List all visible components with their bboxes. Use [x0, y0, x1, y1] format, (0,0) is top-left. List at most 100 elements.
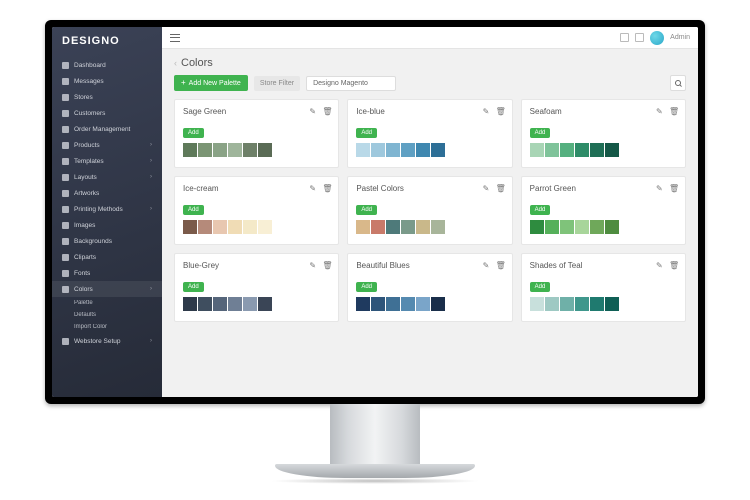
color-swatch[interactable]: [386, 220, 400, 234]
color-swatch[interactable]: [183, 143, 197, 157]
color-swatch[interactable]: [213, 297, 227, 311]
sidebar-item-fonts[interactable]: Fonts: [52, 265, 162, 281]
sidebar-subitem-defaults[interactable]: Defaults: [52, 309, 162, 321]
color-swatch[interactable]: [545, 220, 559, 234]
sidebar-item-messages[interactable]: Messages: [52, 73, 162, 89]
delete-icon[interactable]: 🗑: [322, 185, 330, 193]
color-swatch[interactable]: [243, 297, 257, 311]
color-swatch[interactable]: [371, 220, 385, 234]
color-swatch[interactable]: [560, 297, 574, 311]
color-swatch[interactable]: [198, 143, 212, 157]
color-swatch[interactable]: [243, 143, 257, 157]
color-swatch[interactable]: [183, 220, 197, 234]
edit-icon[interactable]: ✎: [656, 108, 664, 116]
color-swatch[interactable]: [431, 143, 445, 157]
color-swatch[interactable]: [605, 297, 619, 311]
add-color-badge[interactable]: Add: [356, 205, 377, 215]
color-swatch[interactable]: [356, 143, 370, 157]
color-swatch[interactable]: [356, 220, 370, 234]
add-color-badge[interactable]: Add: [530, 282, 551, 292]
store-filter-select[interactable]: Designo Magento: [306, 76, 396, 91]
color-swatch[interactable]: [258, 297, 272, 311]
hamburger-icon[interactable]: [170, 34, 180, 42]
color-swatch[interactable]: [386, 143, 400, 157]
add-color-badge[interactable]: Add: [183, 282, 204, 292]
color-swatch[interactable]: [416, 297, 430, 311]
back-caret-icon[interactable]: ‹: [174, 58, 177, 68]
color-swatch[interactable]: [575, 220, 589, 234]
sidebar-item-templates[interactable]: Templates›: [52, 153, 162, 169]
sidebar-item-order-management[interactable]: Order Management: [52, 121, 162, 137]
color-swatch[interactable]: [401, 297, 415, 311]
color-swatch[interactable]: [198, 297, 212, 311]
color-swatch[interactable]: [213, 143, 227, 157]
search-button[interactable]: [670, 75, 686, 91]
sidebar-item-backgrounds[interactable]: Backgrounds: [52, 233, 162, 249]
sidebar-item-artworks[interactable]: Artworks: [52, 185, 162, 201]
color-swatch[interactable]: [228, 220, 242, 234]
delete-icon[interactable]: 🗑: [322, 262, 330, 270]
edit-icon[interactable]: ✎: [309, 262, 317, 270]
edit-icon[interactable]: ✎: [656, 262, 664, 270]
color-swatch[interactable]: [530, 220, 544, 234]
add-color-badge[interactable]: Add: [530, 128, 551, 138]
edit-icon[interactable]: ✎: [483, 108, 491, 116]
color-swatch[interactable]: [371, 143, 385, 157]
delete-icon[interactable]: 🗑: [322, 108, 330, 116]
color-swatch[interactable]: [575, 297, 589, 311]
color-swatch[interactable]: [590, 220, 604, 234]
color-swatch[interactable]: [575, 143, 589, 157]
color-swatch[interactable]: [545, 297, 559, 311]
sidebar-subitem-import-color[interactable]: Import Color: [52, 321, 162, 333]
color-swatch[interactable]: [431, 297, 445, 311]
user-label[interactable]: Admin: [670, 34, 690, 41]
color-swatch[interactable]: [416, 143, 430, 157]
color-swatch[interactable]: [605, 143, 619, 157]
color-swatch[interactable]: [213, 220, 227, 234]
delete-icon[interactable]: 🗑: [496, 108, 504, 116]
add-color-badge[interactable]: Add: [356, 128, 377, 138]
edit-icon[interactable]: ✎: [483, 262, 491, 270]
add-color-badge[interactable]: Add: [183, 128, 204, 138]
sidebar-subitem-palette[interactable]: Palette: [52, 297, 162, 309]
color-swatch[interactable]: [356, 297, 370, 311]
color-swatch[interactable]: [198, 220, 212, 234]
apps-icon[interactable]: [635, 33, 644, 42]
sidebar-item-colors[interactable]: Colors›: [52, 281, 162, 297]
color-swatch[interactable]: [560, 143, 574, 157]
delete-icon[interactable]: 🗑: [669, 185, 677, 193]
add-palette-button[interactable]: + Add New Palette: [174, 75, 248, 91]
sidebar-item-webstore-setup[interactable]: Webstore Setup›: [52, 333, 162, 349]
add-color-badge[interactable]: Add: [183, 205, 204, 215]
color-swatch[interactable]: [228, 143, 242, 157]
sidebar-item-dashboard[interactable]: Dashboard: [52, 57, 162, 73]
color-swatch[interactable]: [530, 297, 544, 311]
color-swatch[interactable]: [560, 220, 574, 234]
color-swatch[interactable]: [258, 143, 272, 157]
delete-icon[interactable]: 🗑: [669, 262, 677, 270]
color-swatch[interactable]: [183, 297, 197, 311]
sidebar-item-customers[interactable]: Customers: [52, 105, 162, 121]
sidebar-item-printing-methods[interactable]: Printing Methods›: [52, 201, 162, 217]
edit-icon[interactable]: ✎: [309, 108, 317, 116]
color-swatch[interactable]: [545, 143, 559, 157]
sidebar-item-products[interactable]: Products›: [52, 137, 162, 153]
color-swatch[interactable]: [401, 220, 415, 234]
color-swatch[interactable]: [590, 297, 604, 311]
avatar[interactable]: [650, 31, 664, 45]
sidebar-item-cliparts[interactable]: Cliparts: [52, 249, 162, 265]
color-swatch[interactable]: [431, 220, 445, 234]
color-swatch[interactable]: [228, 297, 242, 311]
delete-icon[interactable]: 🗑: [496, 185, 504, 193]
color-swatch[interactable]: [386, 297, 400, 311]
color-swatch[interactable]: [243, 220, 257, 234]
sidebar-item-stores[interactable]: Stores: [52, 89, 162, 105]
delete-icon[interactable]: 🗑: [496, 262, 504, 270]
color-swatch[interactable]: [530, 143, 544, 157]
edit-icon[interactable]: ✎: [483, 185, 491, 193]
sidebar-item-images[interactable]: Images: [52, 217, 162, 233]
add-color-badge[interactable]: Add: [356, 282, 377, 292]
color-swatch[interactable]: [258, 220, 272, 234]
color-swatch[interactable]: [416, 220, 430, 234]
edit-icon[interactable]: ✎: [656, 185, 664, 193]
